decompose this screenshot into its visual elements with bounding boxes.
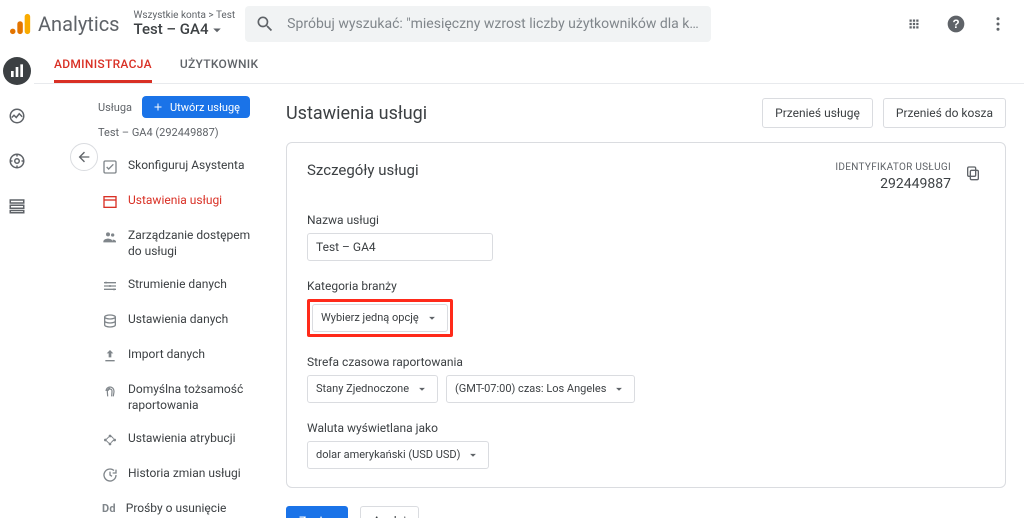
arrow-left-icon: [76, 149, 92, 165]
content: Ustawienia usługi Przenieś usługę Przeni…: [268, 84, 1024, 518]
copy-icon: [965, 165, 981, 181]
nav-import[interactable]: Import danych: [94, 338, 264, 373]
dd-icon: Dd: [102, 502, 116, 515]
upload-icon: [102, 348, 118, 364]
account-picker[interactable]: Wszystkie konta > Test Test – GA4: [134, 10, 236, 39]
trash-service-button[interactable]: Przenieś do kosza: [883, 98, 1006, 128]
left-rail: [0, 48, 34, 518]
plus-icon: [152, 101, 164, 113]
nav-streams[interactable]: Strumienie danych: [94, 268, 264, 303]
caret-down-icon: [425, 311, 439, 325]
property-id: IDENTYFIKATOR USŁUGI 292449887: [835, 161, 985, 195]
svg-text:?: ?: [952, 18, 959, 31]
highlight-box: Wybierz jedną opcję: [307, 299, 453, 337]
name-input[interactable]: Test – GA4: [307, 233, 493, 261]
check-box-icon: [102, 159, 118, 175]
nav-history[interactable]: Historia zmian usługi: [94, 457, 264, 492]
apps-icon[interactable]: [902, 12, 926, 36]
save-button[interactable]: Zapisz: [286, 506, 348, 518]
people-icon: [102, 229, 118, 245]
tz-label: Strefa czasowa raportowania: [307, 355, 985, 369]
account-picker-label: Test – GA4: [134, 21, 209, 38]
tz-zone-select[interactable]: (GMT-07:00) czas: Los Angeles: [446, 375, 635, 403]
industry-label: Kategoria branży: [307, 279, 985, 293]
currency-label: Waluta wyświetlana jako: [307, 421, 985, 435]
copy-id-button[interactable]: [961, 161, 985, 185]
caret-down-icon: [466, 448, 480, 462]
product-logo[interactable]: Analytics: [10, 12, 120, 36]
back-button[interactable]: [70, 143, 98, 171]
nav-service-settings[interactable]: Ustawienia usługi: [94, 184, 264, 219]
top-bar: Analytics Wszystkie konta > Test Test – …: [0, 0, 1024, 48]
service-property-name[interactable]: Test – GA4 (292449887): [94, 124, 264, 149]
nav-delete-requests[interactable]: Dd Prośby o usunięcie danych: [94, 492, 264, 518]
property-id-value: 292449887: [880, 175, 951, 195]
analytics-logo-icon: [10, 12, 32, 36]
help-icon[interactable]: ?: [944, 12, 968, 36]
create-service-button[interactable]: Utwórz usługę: [142, 96, 250, 118]
nav-identity[interactable]: Domyślna tożsamość raportowania: [94, 373, 264, 422]
admin-tabs: ADMINISTRACJA UŻYTKOWNIK: [34, 48, 1024, 84]
currency-select[interactable]: dolar amerykański (USD USD): [307, 441, 489, 469]
card-title: Szczegóły usługi: [307, 161, 419, 179]
move-service-button[interactable]: Przenieś usługę: [762, 98, 873, 128]
rail-realtime-icon[interactable]: [3, 102, 31, 130]
industry-select[interactable]: Wybierz jedną opcję: [312, 304, 448, 332]
service-nav: Skonfiguruj Asystenta Ustawienia usługi …: [94, 149, 264, 518]
fingerprint-icon: [102, 383, 118, 399]
column-head-label: Usługa: [98, 101, 132, 114]
rail-explore-icon[interactable]: [3, 147, 31, 175]
rail-reports-icon[interactable]: [3, 57, 31, 85]
nav-access[interactable]: Zarządzanie dostępem do usługi: [94, 219, 264, 268]
database-icon: [102, 313, 118, 329]
page-title: Ustawienia usługi: [286, 103, 427, 124]
caret-down-icon: [208, 21, 226, 39]
account-path: Wszystkie konta > Test: [134, 10, 236, 21]
admin-area: ADMINISTRACJA UŻYTKOWNIK Usługa Utwórz u…: [34, 48, 1024, 518]
caret-down-icon: [415, 382, 429, 396]
property-id-label: IDENTYFIKATOR USŁUGI: [835, 161, 951, 175]
window-icon: [102, 194, 118, 210]
attribution-icon: [102, 432, 118, 448]
search-input[interactable]: Spróbuj wyszukać: "miesięczny wzrost lic…: [245, 6, 711, 42]
top-bar-icons: ?: [902, 12, 1016, 36]
search-icon: [255, 14, 275, 34]
product-name: Analytics: [38, 12, 120, 36]
history-icon: [102, 467, 118, 483]
service-column: Usługa Utwórz usługę Test – GA4 (2924498…: [34, 84, 268, 518]
details-card: Szczegóły usługi IDENTYFIKATOR USŁUGI 29…: [286, 142, 1006, 488]
tab-user[interactable]: UŻYTKOWNIK: [180, 48, 259, 83]
search-placeholder: Spróbuj wyszukać: "miesięczny wzrost lic…: [287, 16, 701, 32]
nav-attribution[interactable]: Ustawienia atrybucji: [94, 422, 264, 457]
tz-country-select[interactable]: Stany Zjednoczone: [307, 375, 438, 403]
more-icon[interactable]: [986, 12, 1010, 36]
nav-assistant[interactable]: Skonfiguruj Asystenta: [94, 149, 264, 184]
nav-data-settings[interactable]: Ustawienia danych: [94, 303, 264, 338]
rail-configure-icon[interactable]: [3, 192, 31, 220]
cancel-button[interactable]: Anuluj: [360, 506, 419, 518]
name-label: Nazwa usługi: [307, 213, 985, 227]
caret-down-icon: [612, 382, 626, 396]
tab-admin[interactable]: ADMINISTRACJA: [54, 48, 152, 83]
streams-icon: [102, 278, 118, 294]
